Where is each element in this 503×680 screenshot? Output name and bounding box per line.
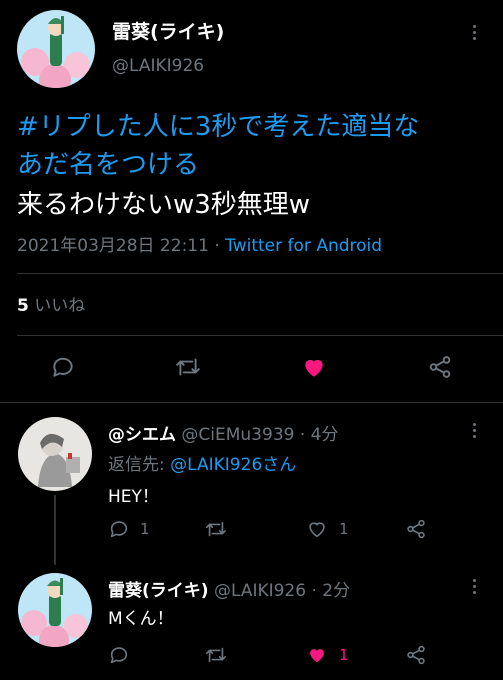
reply-1-time[interactable]: 4分 <box>311 425 339 445</box>
reply-2-like-button[interactable]: 1 <box>305 644 349 666</box>
reply-button[interactable] <box>50 354 76 380</box>
avatar-reply-1[interactable] <box>18 417 92 491</box>
reply-1-replying-to: 返信先: @LAIKI926さん <box>108 450 296 475</box>
reply-2-time[interactable]: 2分 <box>322 581 350 601</box>
reply-1-retweet-button[interactable] <box>204 518 238 540</box>
tweet-client[interactable]: Twitter for Android <box>225 236 382 256</box>
hashtag-line-2[interactable]: あだ名をつける <box>17 144 199 181</box>
like-count: 1 <box>339 646 349 664</box>
reply-1-handle[interactable]: @CiEMu3939 <box>181 425 294 445</box>
like-button[interactable] <box>300 354 328 380</box>
share-icon <box>429 356 451 378</box>
reply-2-handle[interactable]: @LAIKI926 <box>214 581 306 601</box>
more-options-icon[interactable] <box>464 420 484 440</box>
avatar-main[interactable] <box>17 10 95 88</box>
reply-icon <box>110 647 128 664</box>
reply-2-text: Mくん！ <box>108 609 174 629</box>
separator-dot: · <box>294 425 311 445</box>
heart-outline-icon <box>309 522 325 538</box>
share-icon <box>407 645 425 665</box>
retweet-icon <box>176 358 200 376</box>
hashtag-line-1[interactable]: #リプした人に3秒で考えた適当な <box>17 106 419 143</box>
reply-1-display-name[interactable]: @シエム <box>108 425 176 445</box>
tweet-timestamp[interactable]: 2021年03月28日 22:11 <box>17 236 209 256</box>
reply-1-share-button[interactable] <box>405 518 427 540</box>
likes-label: いいね <box>34 296 86 316</box>
replying-to-prefix: 返信先: <box>108 455 171 475</box>
reply-2-reply-button[interactable] <box>108 644 140 666</box>
divider <box>17 273 503 274</box>
meta-separator: · <box>208 236 226 256</box>
separator-dot: · <box>306 581 323 601</box>
reply-2-retweet-button[interactable] <box>204 644 238 666</box>
divider <box>17 335 503 336</box>
main-display-name[interactable]: 雷葵(ライキ) <box>112 17 224 44</box>
reply-1-text: HEY！ <box>108 487 159 507</box>
reply-1-like-button[interactable]: 1 <box>305 518 349 540</box>
main-handle[interactable]: @LAIKI926 <box>112 56 204 76</box>
divider <box>0 402 503 403</box>
retweet-icon <box>206 521 226 537</box>
reply-1-reply-button[interactable]: 1 <box>108 518 150 540</box>
retweet-button[interactable] <box>174 354 202 380</box>
share-button[interactable] <box>427 354 453 380</box>
avatar-reply-2[interactable] <box>18 573 92 647</box>
reply-2-display-name[interactable]: 雷葵(ライキ) <box>108 581 209 601</box>
tweet-meta: 2021年03月28日 22:11 · Twitter for Android <box>17 231 382 256</box>
tweet-body: 来るわけないw3秒無理w <box>17 190 311 220</box>
more-options-icon[interactable] <box>464 576 484 596</box>
likes-count: 5 <box>17 296 29 316</box>
retweet-icon <box>206 647 226 663</box>
reply-count: 1 <box>140 520 150 538</box>
reply-icon <box>53 357 73 377</box>
thread-line <box>54 495 56 565</box>
likes-summary[interactable]: 5 いいね <box>17 291 85 316</box>
share-icon <box>407 519 425 539</box>
reply-2-header: 雷葵(ライキ) @LAIKI926 · 2分 <box>108 576 350 601</box>
reply-2-share-button[interactable] <box>405 644 427 666</box>
like-count: 1 <box>339 520 349 538</box>
reply-icon <box>110 521 128 538</box>
heart-filled-icon <box>310 649 324 663</box>
reply-1-header: @シエム @CiEMu3939 · 4分 <box>108 420 339 445</box>
heart-filled-icon <box>305 359 323 377</box>
more-options-icon[interactable] <box>464 22 484 42</box>
replying-to-handle[interactable]: @LAIKI926さん <box>170 455 296 475</box>
